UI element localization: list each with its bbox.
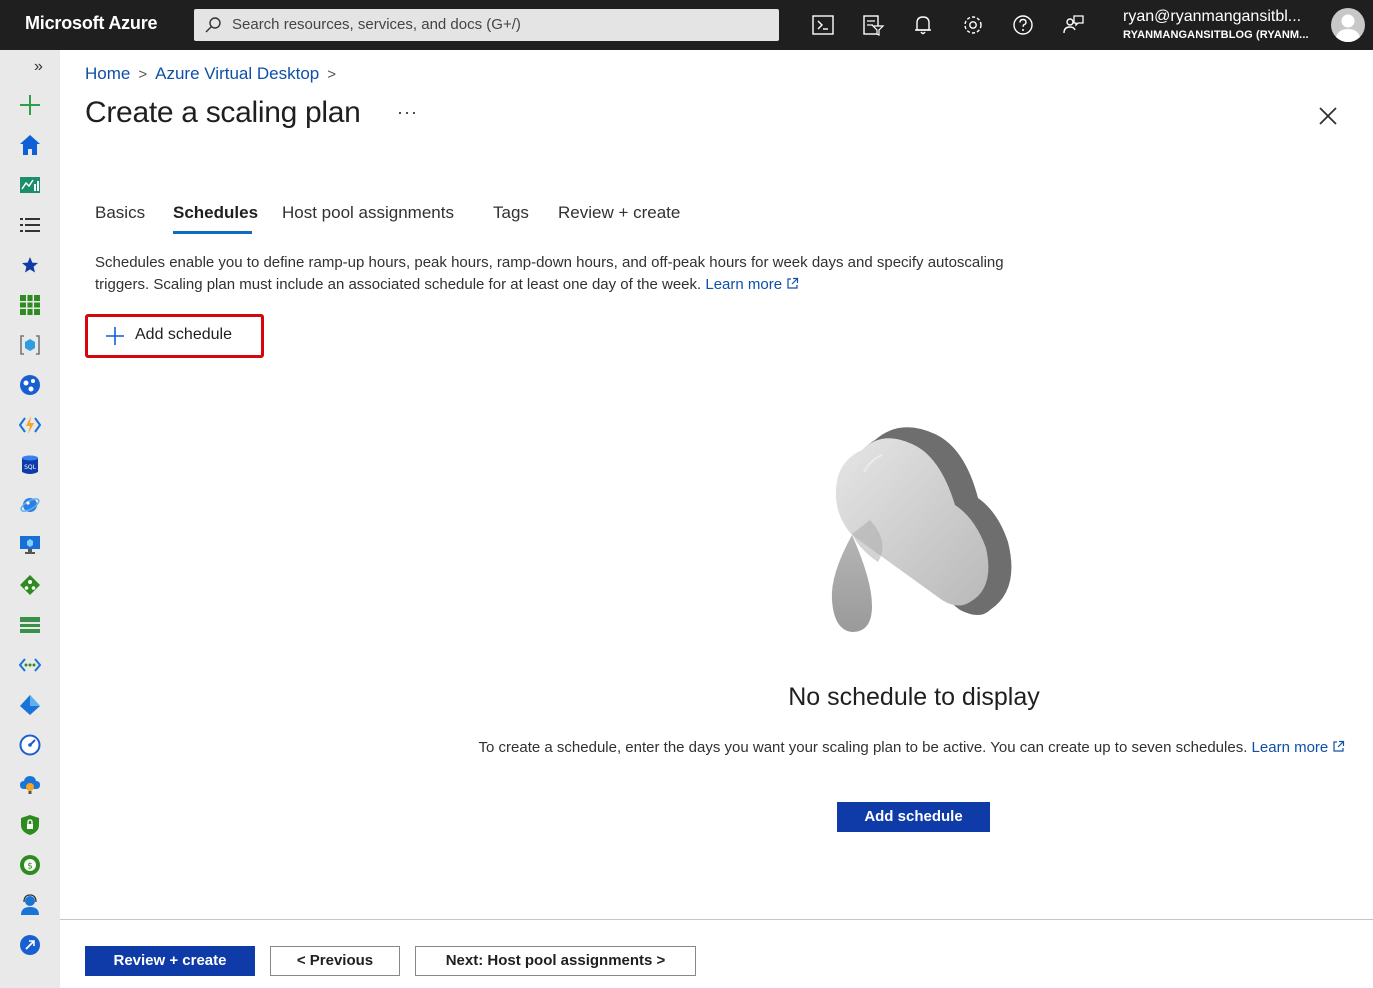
azure-ad-icon[interactable] [19,694,41,716]
feedback-icon[interactable] [1061,13,1085,37]
storage-accounts-icon[interactable] [19,614,41,636]
expand-menu-icon[interactable]: » [34,58,43,76]
chevron-right-icon: > [327,66,336,83]
active-tab-indicator [173,231,252,234]
favorites-icon[interactable] [19,254,41,276]
cost-management-icon[interactable]: $ [19,854,41,876]
all-resources-icon[interactable] [19,294,41,316]
schedules-description: Schedules enable you to define ramp-up h… [95,252,1035,296]
more-options-icon[interactable]: ··· [397,102,418,123]
empty-learn-more-link[interactable]: Learn more [1252,739,1346,756]
empty-state-description: To create a schedule, enter the days you… [478,739,1248,756]
empty-state-text: To create a schedule, enter the days you… [452,737,1372,759]
account-directory: RYANMANGANSITBLOG (RYANM... [1123,29,1309,41]
footer-divider [60,919,1373,920]
empty-cloud-illustration [831,427,1012,632]
empty-state-title: No schedule to display [788,683,1040,711]
help-icon[interactable] [1011,13,1035,37]
breadcrumb: Home > Azure Virtual Desktop > [85,64,344,84]
virtual-machines-icon[interactable] [19,534,41,556]
monitor-icon[interactable] [19,734,41,756]
tab-basics[interactable]: Basics [95,203,145,223]
avatar[interactable] [1331,8,1365,42]
svg-text:$: $ [27,862,33,872]
review-create-button[interactable]: Review + create [85,946,255,976]
create-resource-icon[interactable] [19,94,41,116]
plus-icon [106,327,124,345]
left-nav-rail: » SQL $ [0,50,60,988]
global-search[interactable]: Search resources, services, and docs (G+… [194,9,779,41]
breadcrumb-azure-virtual-desktop[interactable]: Azure Virtual Desktop [155,64,319,83]
cloud-shell-icon[interactable] [811,13,835,37]
all-services-icon[interactable] [19,214,41,236]
page-title: Create a scaling plan [85,96,361,129]
add-schedule-command[interactable]: Add schedule [85,314,264,358]
load-balancers-icon[interactable] [19,574,41,596]
learn-more-label: Learn more [705,276,783,293]
help-support-icon[interactable] [19,894,41,916]
settings-icon[interactable] [961,13,985,37]
virtual-networks-icon[interactable] [19,654,41,676]
chevron-right-icon: > [138,66,148,83]
azure-virtual-desktop-icon[interactable] [19,934,41,956]
search-icon [205,17,221,33]
cosmos-db-icon[interactable] [19,494,41,516]
next-host-pool-assignments-button[interactable]: Next: Host pool assignments > [415,946,696,976]
previous-button[interactable]: < Previous [270,946,400,976]
search-placeholder: Search resources, services, and docs (G+… [232,16,521,33]
portal-brand[interactable]: Microsoft Azure [25,13,158,34]
notifications-icon[interactable] [911,13,935,37]
user-avatar-icon [1335,14,1361,42]
main-content: Home > Azure Virtual Desktop > Create a sca… [60,50,1373,988]
add-schedule-label: Add schedule [135,326,232,343]
home-icon[interactable] [19,134,41,156]
defender-icon[interactable] [19,814,41,836]
account-menu[interactable]: ryan@ryanmangansitbl... RYANMANGANSITBLO… [1123,9,1309,41]
breadcrumb-home[interactable]: Home [85,64,130,83]
tab-schedules[interactable]: Schedules [173,203,258,223]
account-name: ryan@ryanmangansitbl... [1123,8,1302,25]
add-schedule-button[interactable]: Add schedule [837,802,990,832]
description-text: Schedules enable you to define ramp-up h… [95,254,1004,293]
tab-tags[interactable]: Tags [493,203,529,223]
tab-review-create[interactable]: Review + create [558,203,680,223]
learn-more-link[interactable]: Learn more [705,276,799,293]
advisor-icon[interactable] [19,774,41,796]
resource-groups-icon[interactable] [19,334,41,356]
app-services-icon[interactable] [19,374,41,396]
function-app-icon[interactable] [19,414,41,436]
close-icon[interactable] [1317,105,1339,127]
external-link-icon [1333,740,1345,752]
dashboard-icon[interactable] [19,174,41,196]
tab-host-pool-assignments[interactable]: Host pool assignments [282,203,454,223]
top-bar: Microsoft Azure Search resources, servic… [0,0,1373,50]
svg-text:SQL: SQL [24,464,37,471]
directory-filter-icon[interactable] [861,13,885,37]
empty-learn-more-label: Learn more [1251,739,1329,756]
external-link-icon [787,277,799,289]
sql-database-icon[interactable]: SQL [19,454,41,476]
